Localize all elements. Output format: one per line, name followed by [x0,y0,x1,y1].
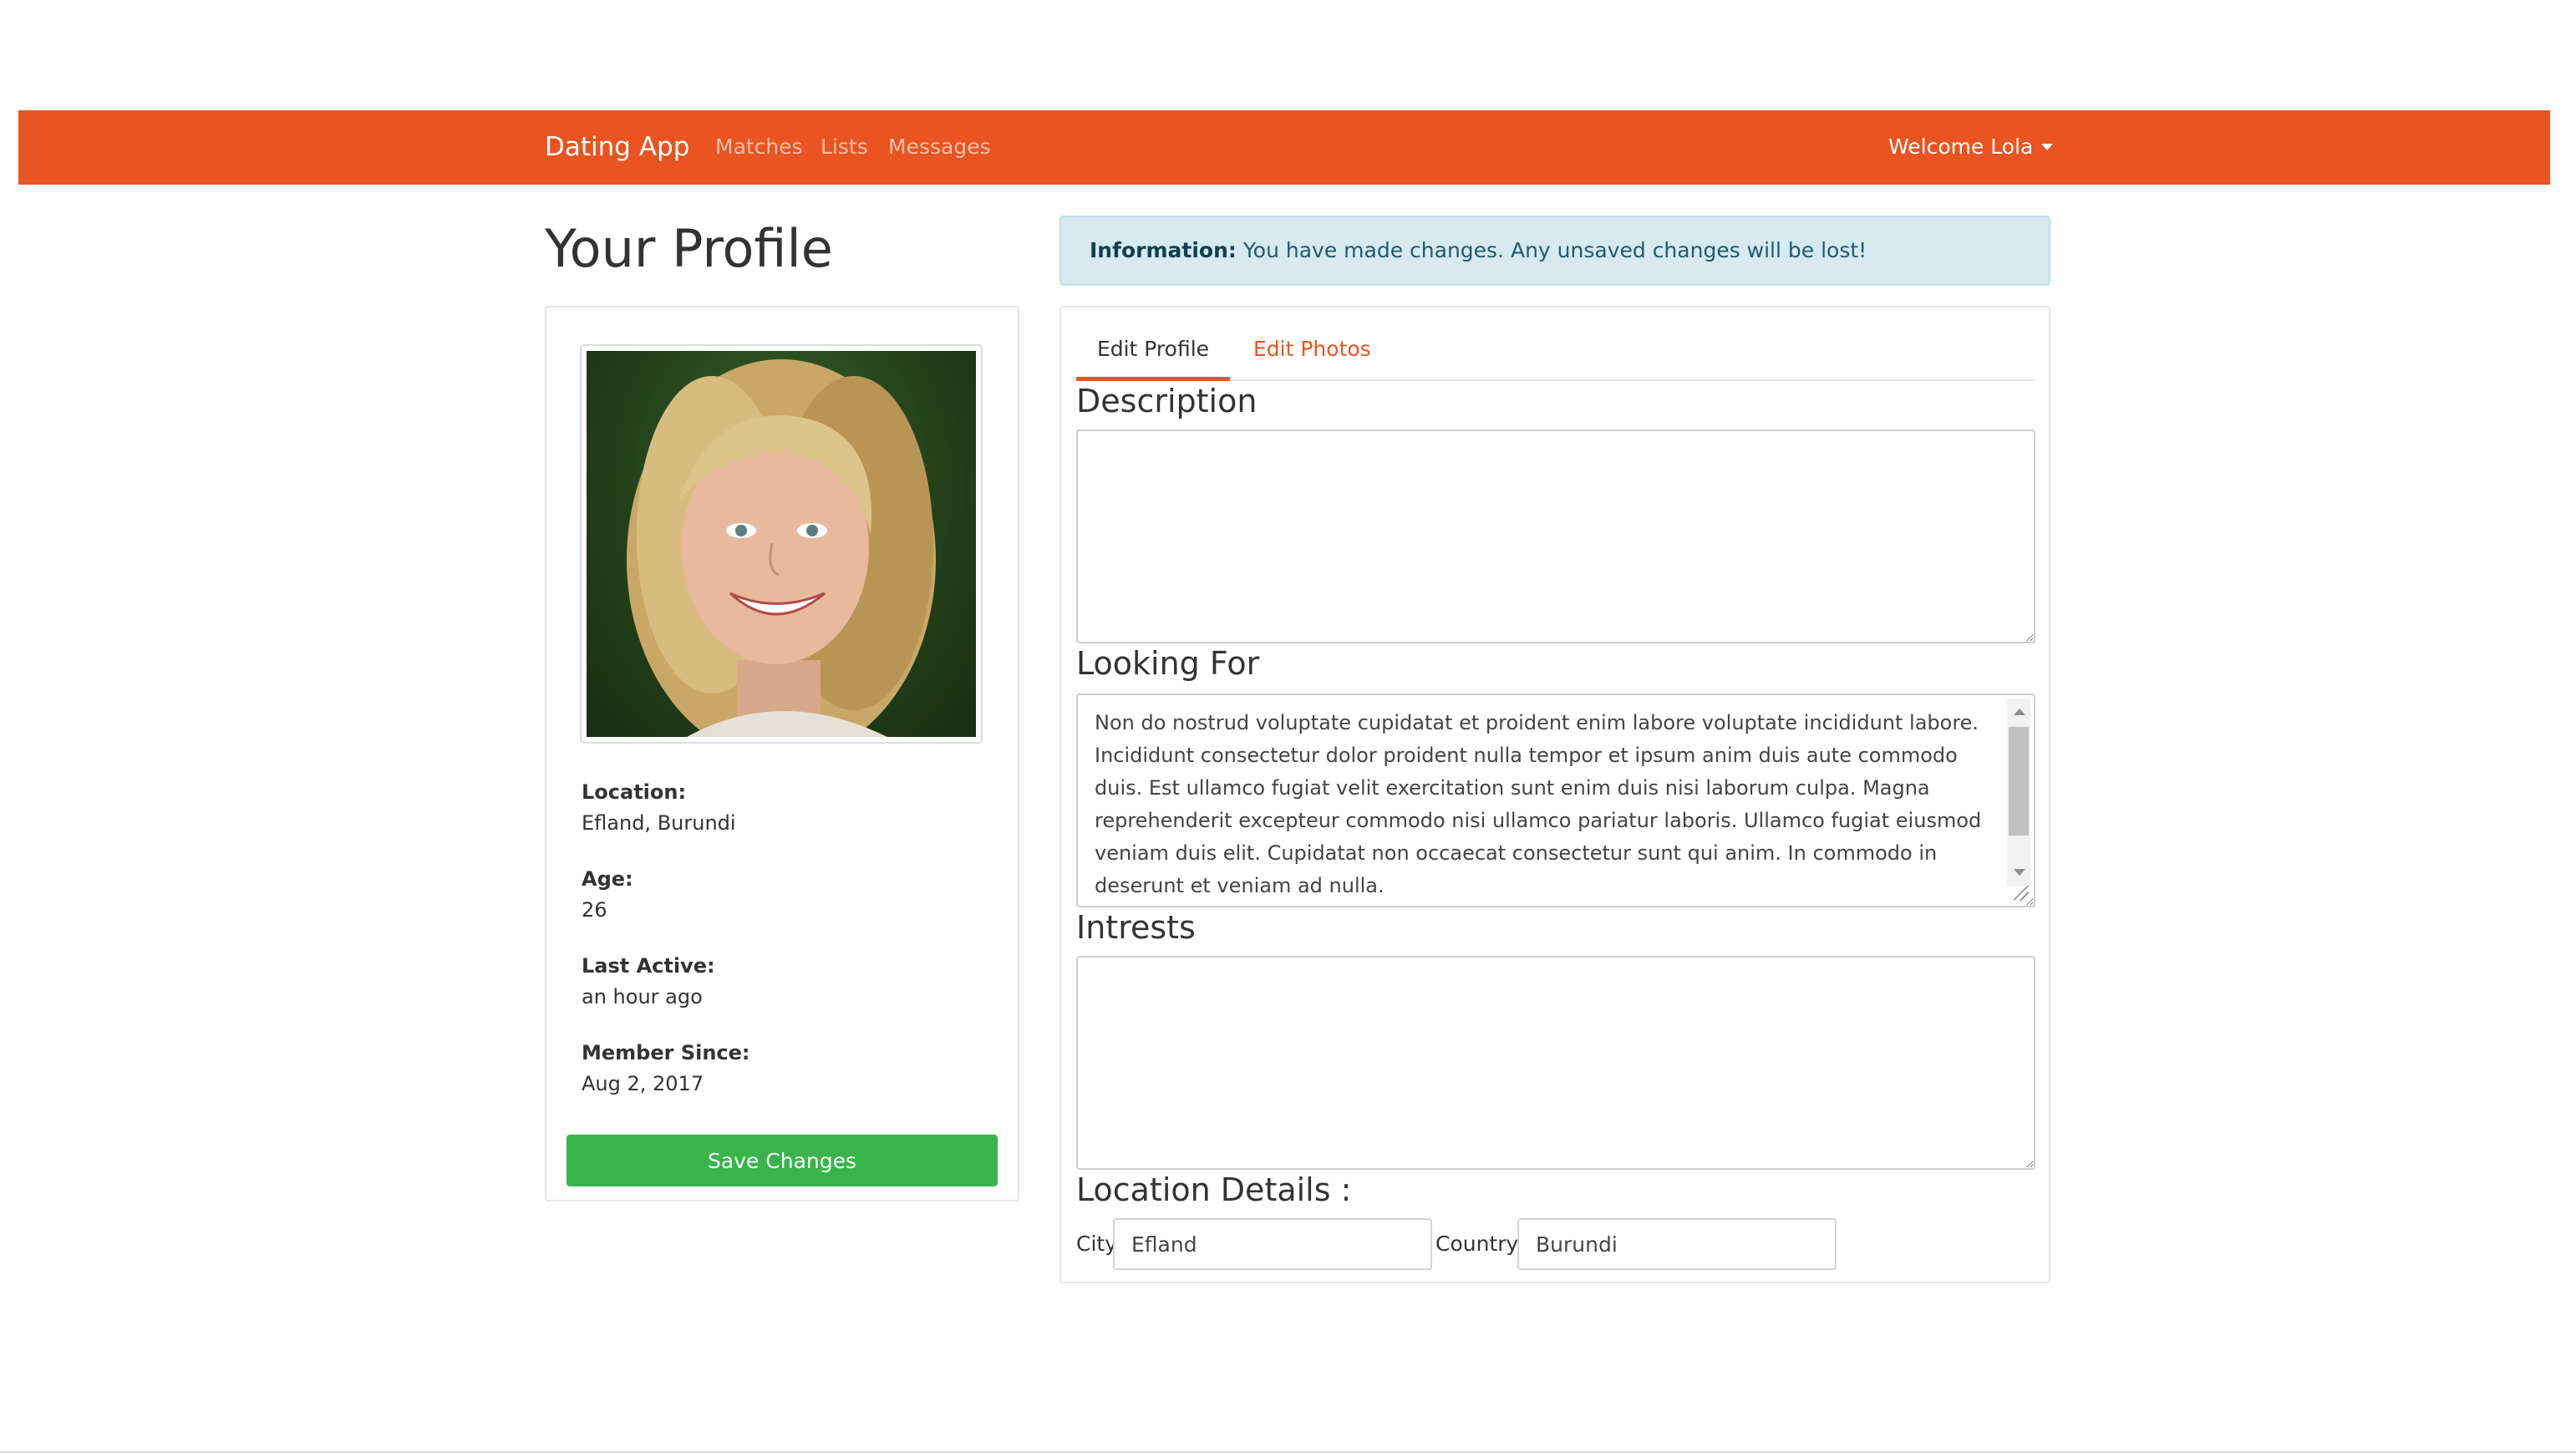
last-active-value: an hour ago [582,985,703,1008]
caret-down-icon [2041,144,2054,150]
country-label: Country [1435,1232,1519,1256]
resize-grip-icon[interactable] [2014,886,2029,901]
profile-photo-image [627,359,936,737]
welcome-text: Welcome Lola [1888,135,2034,159]
age-label: Age: [582,867,633,891]
age-value: 26 [582,898,607,922]
last-active-label: Last Active: [582,954,715,978]
member-since-label: Member Since: [582,1041,750,1064]
nav-link-messages[interactable]: Messages [888,127,991,167]
nav-link-lists[interactable]: Lists [821,127,868,167]
brand-link[interactable]: Dating App [545,127,689,167]
nav-link-matches[interactable]: Matches [715,127,803,167]
interests-heading: Intrests [1076,909,1196,946]
description-textarea[interactable] [1076,429,2035,643]
last-active-info: Last Active: an hour ago [582,951,715,1013]
country-input[interactable] [1517,1218,1837,1270]
location-label: Location: [582,780,687,804]
user-menu-dropdown[interactable]: Welcome Lola [1888,127,2054,167]
alert-text: You have made changes. Any unsaved chang… [1242,238,1867,262]
scroll-up-arrow-icon[interactable] [2014,709,2025,715]
profile-card: Location: Efland, Burundi Age: 26 Last A… [545,306,1019,1202]
member-since-info: Member Since: Aug 2, 2017 [582,1038,750,1100]
save-changes-button[interactable]: Save Changes [567,1135,998,1186]
page-title: Your Profile [545,218,833,279]
looking-for-text: Non do nostrud voluptate cupidatat et pr… [1095,711,1982,897]
tab-bar: Edit Profile Edit Photos [1076,319,2035,381]
member-since-value: Aug 2, 2017 [582,1072,704,1095]
age-info: Age: 26 [582,864,633,926]
looking-for-scrollbar[interactable] [2007,699,2030,886]
location-info: Location: Efland, Burundi [582,777,736,839]
profile-photo [587,351,976,737]
city-label: City [1076,1232,1117,1256]
scroll-down-arrow-icon[interactable] [2014,869,2025,876]
tab-edit-photos[interactable]: Edit Photos [1253,319,1371,381]
looking-for-textarea[interactable]: Non do nostrud voluptate cupidatat et pr… [1076,693,2035,907]
looking-for-heading: Looking For [1076,645,1260,682]
location-details-heading: Location Details : [1076,1171,1352,1208]
city-input[interactable] [1113,1218,1432,1270]
interests-textarea[interactable] [1076,956,2035,1170]
description-heading: Description [1076,383,1258,419]
tab-edit-profile[interactable]: Edit Profile [1076,319,1230,381]
alert-label: Information: [1090,238,1237,262]
info-alert: Information: You have made changes. Any … [1059,216,2050,286]
location-value: Efland, Burundi [582,811,736,835]
edit-card: Edit Profile Edit Photos Description Loo… [1059,306,2050,1283]
navbar: Dating App Matches Lists Messages Welcom… [18,110,2550,185]
profile-photo-frame [580,344,983,744]
scroll-thumb[interactable] [2009,727,2029,836]
